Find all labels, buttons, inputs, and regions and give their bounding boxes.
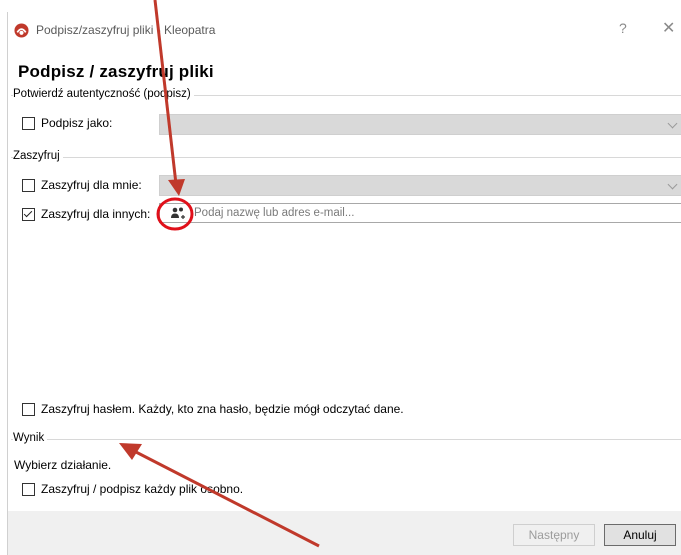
encrypt-for-others-label: Zaszyfruj dla innych: (41, 207, 151, 221)
encrypt-group: Zaszyfruj (11, 150, 681, 422)
each-file-separately-checkbox-box[interactable] (22, 482, 35, 496)
each-file-separately-checkbox[interactable]: Zaszyfruj / podpisz każdy plik osobno. (22, 482, 243, 496)
recipient-field[interactable]: Podaj nazwę lub adres e-mail... (159, 203, 681, 223)
next-button[interactable]: Następny (513, 524, 595, 546)
each-file-separately-label: Zaszyfruj / podpisz każdy plik osobno. (41, 482, 244, 496)
result-group-title: Wynik (13, 432, 48, 444)
sign-group-title: Potwierdź autentyczność (podpisz) (13, 88, 194, 100)
encrypt-for-me-label: Zaszyfruj dla mnie: (41, 178, 142, 192)
add-recipient-icon[interactable] (170, 206, 186, 220)
cancel-button[interactable]: Anuluj (604, 524, 676, 546)
button-bar: Następny Anuluj (8, 511, 681, 555)
chevron-down-icon (667, 179, 678, 190)
encrypt-for-others-checkbox[interactable]: Zaszyfruj dla innych: (22, 207, 150, 221)
help-button[interactable]: ? (619, 20, 627, 36)
chevron-down-icon (667, 118, 678, 129)
sign-as-checkbox[interactable]: Podpisz jako: (22, 116, 112, 130)
page-title: Podpisz / zaszyfruj pliki (18, 62, 214, 81)
sign-as-checkbox-box[interactable] (22, 116, 35, 130)
encrypt-with-password-checkbox-box[interactable] (22, 402, 35, 416)
encrypt-for-others-checkbox-box[interactable] (22, 207, 35, 221)
close-button[interactable]: ✕ (662, 18, 675, 38)
encrypt-for-me-checkbox[interactable]: Zaszyfruj dla mnie: (22, 178, 142, 192)
window-title: Podpisz/zaszyfruj pliki - Kleopatra (36, 23, 216, 37)
sign-as-combo[interactable] (159, 114, 681, 135)
encrypt-for-me-checkbox-box[interactable] (22, 178, 35, 192)
desktop-strip (0, 0, 681, 12)
kleopatra-logo-icon (14, 23, 29, 38)
encrypt-group-title: Zaszyfruj (13, 150, 63, 162)
encrypt-for-me-combo[interactable] (159, 175, 681, 196)
choose-action-text: Wybierz działanie. (14, 458, 112, 472)
recipient-placeholder: Podaj nazwę lub adres e-mail... (194, 207, 355, 219)
encrypt-with-password-label: Zaszyfruj hasłem. Każdy, kto zna hasło, … (41, 402, 404, 416)
dialog-window: Podpisz/zaszyfruj pliki - Kleopatra ? ✕ … (7, 12, 681, 555)
sign-as-label: Podpisz jako: (41, 116, 113, 130)
encrypt-with-password-checkbox[interactable]: Zaszyfruj hasłem. Każdy, kto zna hasło, … (22, 402, 404, 416)
title-bar: Podpisz/zaszyfruj pliki - Kleopatra ? ✕ (8, 12, 681, 46)
